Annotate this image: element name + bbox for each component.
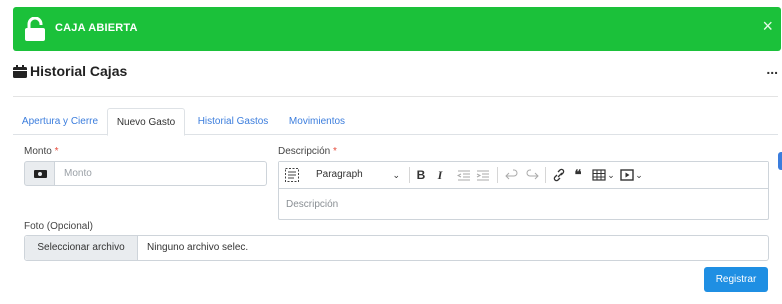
link-icon[interactable]: [552, 167, 566, 183]
descripcion-editor-body[interactable]: Descripción: [286, 199, 338, 210]
tab-apertura-y-cierre[interactable]: Apertura y Cierre: [13, 108, 107, 135]
chevron-down-icon: ⌄: [392, 170, 400, 180]
rich-text-editor: Paragraph ⌄ B I ❝ ⌄ ⌄ Descripción: [278, 161, 769, 220]
select-all-icon[interactable]: [284, 167, 300, 183]
tab-bar: Apertura y Cierre Nuevo Gasto Historial …: [13, 108, 778, 136]
toolbar-separator: [545, 167, 546, 183]
monto-label-text: Monto: [24, 146, 52, 157]
page-header: Historial Cajas ...: [13, 61, 778, 85]
tab-nuevo-gasto[interactable]: Nuevo Gasto: [107, 108, 185, 136]
divider: [13, 96, 778, 97]
redo-icon[interactable]: [525, 167, 539, 183]
caja-abierta-alert: CAJA ABIERTA ×: [13, 7, 781, 51]
italic-icon[interactable]: I: [433, 167, 447, 183]
registrar-button[interactable]: Registrar: [704, 267, 768, 292]
table-icon[interactable]: [591, 167, 607, 183]
unlock-icon: [25, 17, 45, 41]
bold-icon[interactable]: B: [414, 167, 428, 183]
more-options-icon[interactable]: ...: [766, 61, 778, 77]
foto-label: Foto (Opcional): [24, 221, 93, 232]
monto-input-group: [24, 161, 267, 186]
toolbar-separator: [497, 167, 498, 183]
outdent-icon[interactable]: [457, 167, 471, 183]
editor-toolbar: Paragraph ⌄ B I ❝ ⌄ ⌄: [279, 162, 768, 189]
page-title: Historial Cajas: [30, 63, 128, 79]
chevron-down-icon[interactable]: ⌄: [607, 167, 615, 183]
descripcion-label: Descripción *: [278, 146, 337, 157]
block-quote-icon[interactable]: ❝: [571, 167, 585, 183]
alert-title: CAJA ABIERTA: [55, 22, 138, 34]
money-bill-icon: [24, 161, 55, 186]
indent-icon[interactable]: [476, 167, 490, 183]
select-file-button[interactable]: Seleccionar archivo: [25, 236, 138, 260]
tab-movimientos[interactable]: Movimientos: [282, 108, 352, 135]
toolbar-separator: [409, 167, 410, 183]
chevron-down-icon[interactable]: ⌄: [635, 167, 643, 183]
close-icon[interactable]: ×: [762, 17, 773, 35]
required-mark: *: [54, 146, 59, 157]
paragraph-select-label: Paragraph: [316, 169, 363, 180]
paragraph-select[interactable]: Paragraph ⌄: [316, 167, 404, 183]
file-name: Ninguno archivo selec.: [147, 242, 249, 253]
undo-icon[interactable]: [505, 167, 519, 183]
file-input[interactable]: Seleccionar archivo Ninguno archivo sele…: [24, 235, 769, 261]
calendar-icon: [13, 65, 27, 78]
media-embed-icon[interactable]: [619, 167, 635, 183]
monto-label: Monto *: [24, 146, 58, 157]
descripcion-label-text: Descripción: [278, 146, 331, 157]
tab-historial-gastos[interactable]: Historial Gastos: [192, 108, 274, 135]
monto-input[interactable]: [54, 161, 267, 186]
side-scroll-handle[interactable]: [778, 152, 782, 170]
required-mark: *: [333, 146, 337, 157]
